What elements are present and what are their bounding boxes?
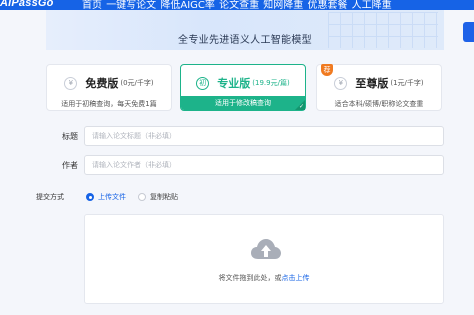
title-input[interactable]: 请输入论文标题（非必填） [84,126,444,146]
plan-name: 专业版 [217,77,251,90]
hero-banner: 全专业先进语义人工智能模型 [46,10,444,50]
plan-card-free[interactable]: ¥ 免费版 (0元/千字) 适用于初稿查询，每天免费1篇 [46,64,172,111]
premium-icon: ¥ [334,76,348,90]
plan-price: (19.9元/篇) [252,79,290,87]
radio-label: 上传文件 [98,193,126,201]
plan-desc: 适用于初稿查询，每天免费1篇 [61,100,157,108]
plan-card-premium[interactable]: 荐 ¥ 至尊版 (1元/千字) 适合本科/硕博/职称论文查重 [316,64,442,111]
submit-method-label: 提交方式 [36,193,64,201]
title-label: 标题 [62,132,78,141]
upload-dropzone[interactable]: 将文件拖到此处，或点击上传 [84,214,444,304]
radio-label: 复制粘贴 [150,193,178,201]
plan-price: (0元/千字) [120,79,154,87]
top-navbar: AiPassGo 首页 一键写论文 降低AIGC率 论文查重 知网降重 优惠套餐… [0,0,474,11]
free-icon: ¥ [64,76,78,90]
radio-button-icon [138,193,146,201]
click-upload-link[interactable]: 点击上传 [282,274,310,282]
plan-price: (1元/千字) [390,79,424,87]
plan-desc: 适用于修改稿查询 [181,96,305,110]
plan-card-pro[interactable]: 初 专业版 (19.9元/篇) 适用于修改稿查询 ✓ [180,64,306,111]
radio-button-icon [86,193,94,201]
plan-desc: 适合本科/硕博/职称论文查重 [334,100,424,108]
radio-copy-paste[interactable]: 复制粘贴 [138,192,178,202]
plan-name: 免费版 [85,77,119,90]
banner-title: 全专业先进语义人工智能模型 [178,35,312,46]
author-input[interactable]: 请输入论文作者（非必填） [84,155,444,175]
pro-icon: 初 [196,76,210,90]
cloud-upload-icon [251,239,281,259]
site-logo[interactable]: AiPassGo [0,0,54,9]
side-float-tab[interactable] [463,22,474,42]
radio-upload-file[interactable]: 上传文件 [86,192,126,202]
check-icon: ✓ [298,103,304,110]
plan-name: 至尊版 [355,77,389,90]
main-nav: 首页 一键写论文 降低AIGC率 论文查重 知网降重 优惠套餐 人工降重 [82,0,393,11]
upload-hint-text: 将文件拖到此处，或 [218,274,282,282]
upload-hint: 将文件拖到此处，或点击上传 [85,273,443,283]
author-label: 作者 [62,161,78,170]
